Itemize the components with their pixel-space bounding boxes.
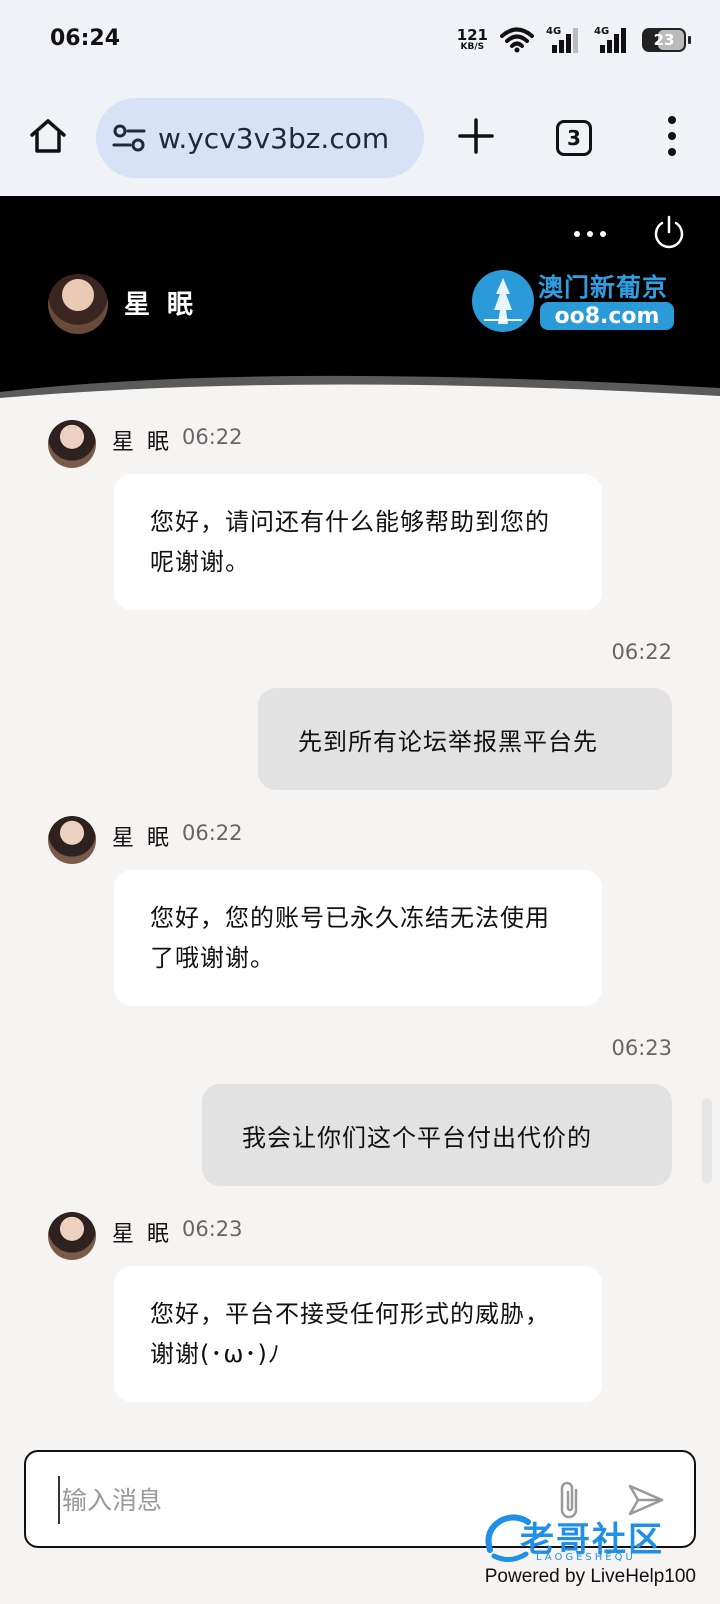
agent-message-bubble: 您好，平台不接受任何形式的威胁，谢谢(･ω･)ﾉ: [114, 1266, 602, 1402]
agent-avatar: [48, 274, 108, 334]
message-time: 06:22: [182, 821, 243, 845]
watermark-subtext: LAOGESHEQU: [536, 1552, 636, 1563]
network-type-label-2: 4G: [594, 26, 609, 37]
message-time: 06:22: [611, 640, 672, 664]
agent-name: 星 眠: [124, 290, 198, 320]
message-time: 06:23: [611, 1036, 672, 1060]
status-time: 06:24: [50, 26, 121, 51]
more-options-icon[interactable]: [572, 228, 608, 240]
message-sender-name: 星 眠: [112, 430, 172, 455]
battery-level: 23: [653, 31, 675, 49]
message-time: 06:23: [182, 1217, 243, 1241]
brand-emblem-icon: [472, 270, 534, 332]
network-speed-unit: KB/S: [460, 42, 485, 52]
agent-message-bubble: 您好，您的账号已永久冻结无法使用了哦谢谢。: [114, 870, 602, 1006]
brand-name: 澳门新葡京: [538, 273, 669, 302]
agent-message-bubble: 您好，请问还有什么能够帮助到您的呢谢谢。: [114, 474, 602, 610]
browser-toolbar: w.ycv3v3bz.com 3: [0, 86, 720, 196]
scrollbar[interactable]: [702, 1098, 712, 1184]
user-message-bubble: 我会让你们这个平台付出代价的: [202, 1084, 672, 1186]
address-bar[interactable]: w.ycv3v3bz.com: [96, 98, 424, 178]
site-settings-icon[interactable]: [112, 123, 146, 153]
message-input[interactable]: [58, 1476, 518, 1524]
brand-logo: 澳门新葡京 oo8.com: [472, 268, 680, 334]
chat-header: 星 眠 澳门新葡京 oo8.com: [0, 196, 720, 406]
tab-switcher-button[interactable]: 3: [556, 120, 592, 156]
network-speed: 121 KB/S: [457, 28, 488, 52]
cellular-signal-icon: 4G: [546, 26, 578, 53]
overflow-menu-icon[interactable]: [664, 114, 680, 158]
header-wave-divider: [0, 375, 720, 406]
message-sender-name: 星 眠: [112, 826, 172, 851]
message-sender-name: 星 眠: [112, 1222, 172, 1247]
battery-icon: 23: [642, 28, 691, 52]
power-icon[interactable]: [652, 214, 686, 250]
powered-by-text: Powered by LiveHelp100: [484, 1566, 696, 1587]
new-tab-icon[interactable]: [456, 116, 496, 156]
avatar: [48, 420, 96, 468]
watermark-logo: 老哥社区 LAOGESHEQU: [480, 1508, 700, 1570]
network-type-label: 4G: [546, 26, 561, 37]
home-icon[interactable]: [28, 116, 68, 156]
avatar: [48, 1212, 96, 1260]
wifi-icon: [500, 27, 534, 53]
status-bar: 06:24 121 KB/S 4G 4G 23: [0, 0, 720, 86]
network-speed-value: 121: [456, 26, 488, 44]
avatar: [48, 816, 96, 864]
status-icons: 121 KB/S 4G 4G 23: [457, 24, 691, 56]
message-list[interactable]: 星 眠 06:22 您好，请问还有什么能够帮助到您的呢谢谢。 06:22 先到所…: [0, 406, 720, 1446]
url-text[interactable]: w.ycv3v3bz.com: [158, 122, 389, 155]
user-message-bubble: 先到所有论坛举报黑平台先: [258, 688, 672, 790]
cellular-signal-icon-2: 4G: [594, 26, 626, 53]
message-time: 06:22: [182, 425, 243, 449]
brand-url: oo8.com: [540, 302, 674, 330]
